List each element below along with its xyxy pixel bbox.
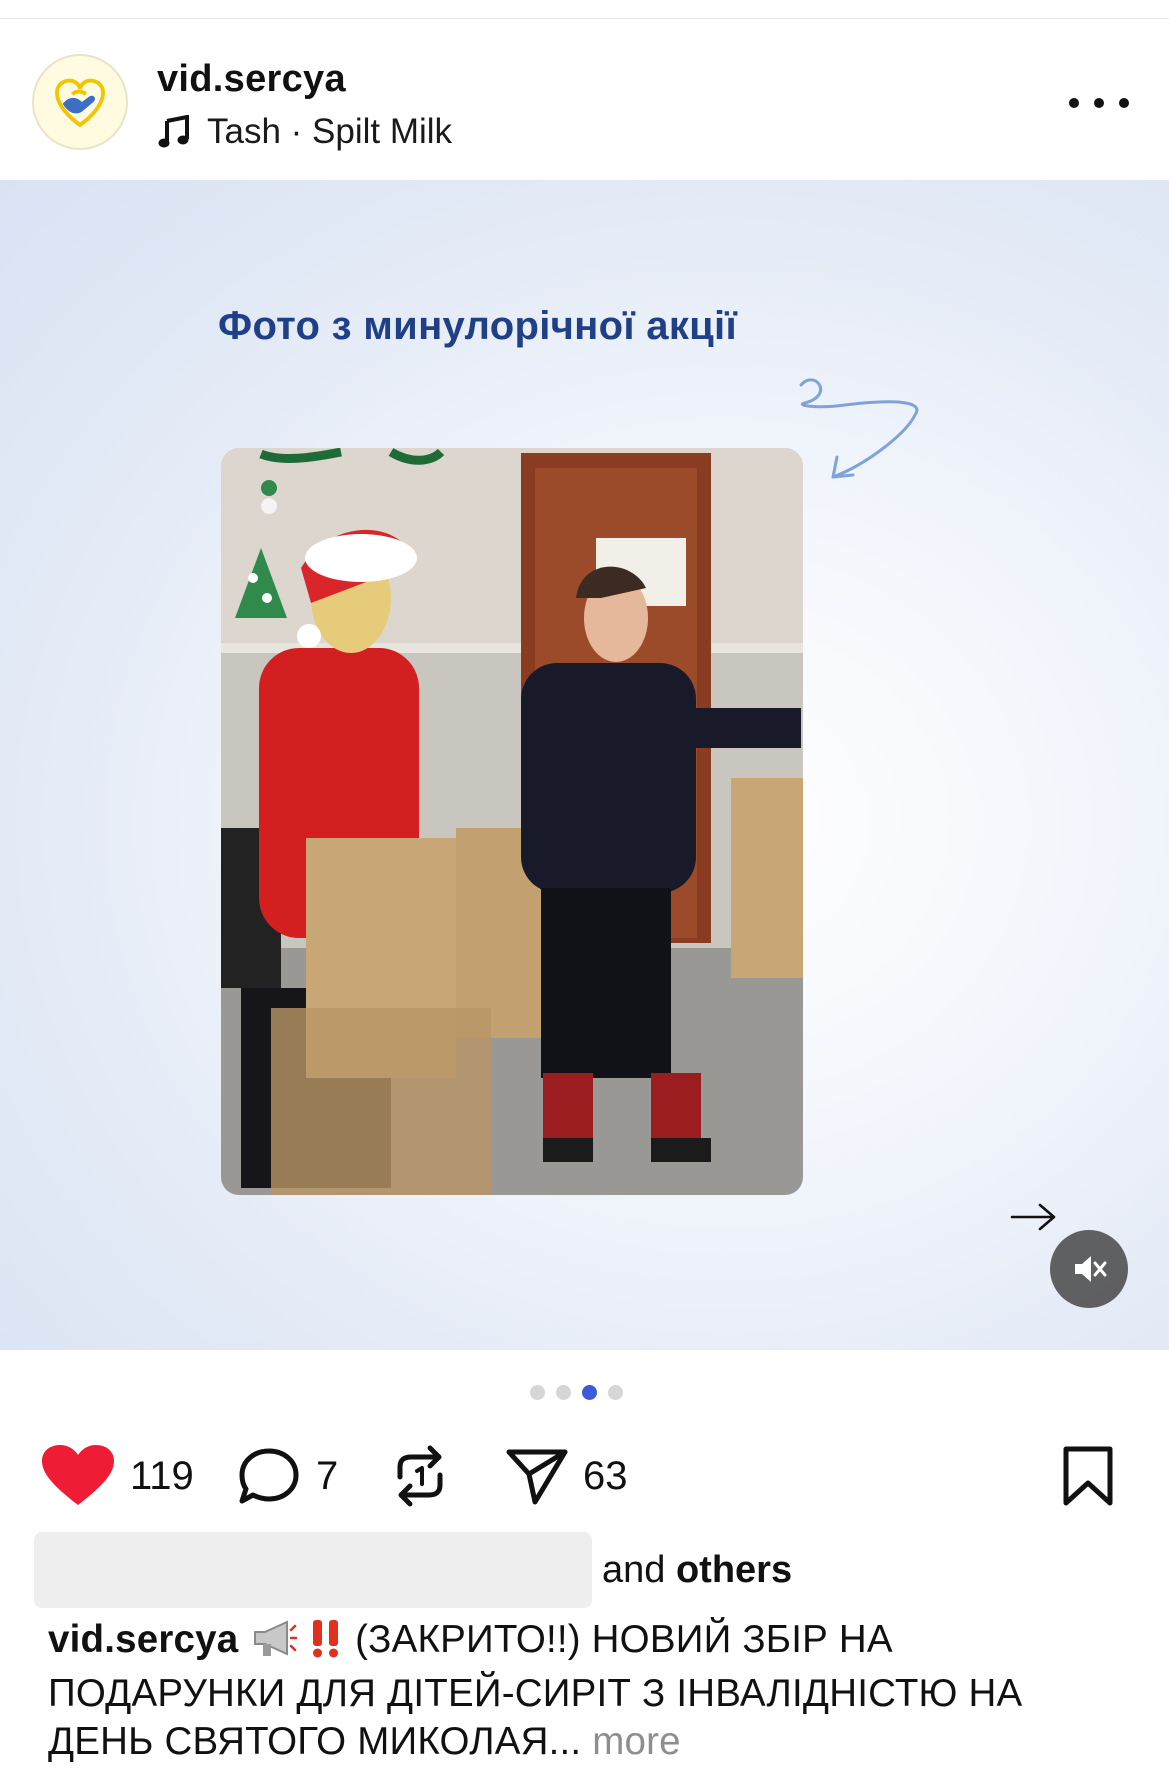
- comment-bubble-icon: [239, 1448, 299, 1504]
- music-track: Tash · Spilt Milk: [207, 112, 453, 151]
- mute-button[interactable]: [1050, 1230, 1128, 1308]
- caption-more-link[interactable]: more: [592, 1720, 681, 1763]
- music-note-icon: [157, 115, 191, 149]
- caption-username[interactable]: vid.sercya: [48, 1618, 238, 1661]
- avatar[interactable]: [32, 54, 128, 150]
- more-dot-icon: [1094, 98, 1104, 108]
- likes-summary-text[interactable]: and others: [602, 1549, 792, 1592]
- likes-summary: and others: [34, 1532, 792, 1608]
- curly-arrow-icon: [799, 378, 919, 479]
- share-button[interactable]: 63: [505, 1440, 628, 1512]
- megaphone-icon: [249, 1618, 298, 1670]
- repost-button[interactable]: [390, 1440, 450, 1512]
- share-count: 63: [583, 1453, 628, 1498]
- carousel-dot: [608, 1385, 623, 1400]
- repost-icon: [397, 1445, 443, 1507]
- top-divider: [0, 18, 1169, 19]
- post-header: vid.sercya Tash · Spilt Milk: [0, 30, 1169, 180]
- post-username[interactable]: vid.sercya: [157, 58, 346, 101]
- more-options-button[interactable]: [1069, 88, 1129, 118]
- carousel-dot: [556, 1385, 571, 1400]
- more-dot-icon: [1119, 98, 1129, 108]
- send-paper-plane-icon: [506, 1449, 568, 1505]
- speaker-muted-icon: [1075, 1256, 1107, 1282]
- action-bar: 119 7 63: [0, 1440, 1169, 1512]
- like-button[interactable]: 119: [40, 1440, 194, 1512]
- likes-others-link[interactable]: others: [676, 1549, 792, 1591]
- post-caption: vid.sercya (ЗАКРИТО!!) НОВИЙ ЗБІР НА ПОД…: [48, 1616, 1138, 1766]
- post-media-carousel[interactable]: Фото з минулорічної акції: [0, 180, 1169, 1350]
- carousel-dot-active: [582, 1385, 597, 1400]
- likes-and-text: and: [602, 1548, 666, 1591]
- bookmark-icon: [1063, 1446, 1113, 1506]
- carousel-indicator: [530, 1385, 623, 1400]
- next-slide-arrow-icon[interactable]: [1010, 1202, 1058, 1232]
- music-row[interactable]: Tash · Spilt Milk: [157, 110, 452, 154]
- redacted-liker-names: [34, 1532, 592, 1608]
- comment-button[interactable]: 7: [236, 1440, 338, 1512]
- carousel-dot: [530, 1385, 545, 1400]
- heart-filled-icon: [42, 1445, 114, 1505]
- comment-count: 7: [316, 1453, 339, 1498]
- more-dot-icon: [1069, 98, 1079, 108]
- save-button[interactable]: [1060, 1440, 1116, 1512]
- event-photo: [221, 448, 803, 1195]
- heart-hands-logo-icon: [34, 56, 126, 148]
- double-exclamation-icon: [308, 1618, 344, 1670]
- slide-title: Фото з минулорічної акції: [218, 304, 738, 348]
- like-count: 119: [130, 1453, 194, 1498]
